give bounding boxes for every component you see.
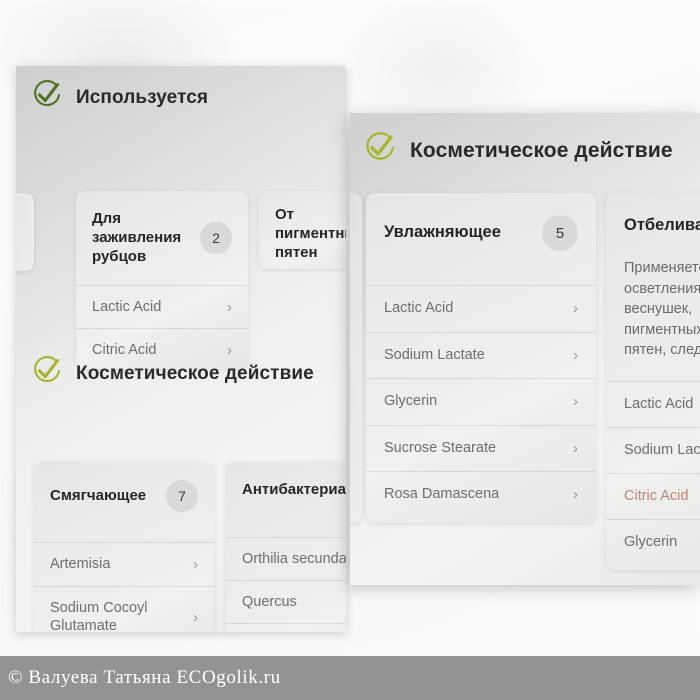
card-softening[interactable]: Смягчающее 7 Artemisia › Sodium Cocoyl G… <box>34 462 214 632</box>
ingredient-name: Orthilia secunda <box>242 551 346 568</box>
list-item[interactable]: Quercus <box>226 580 346 623</box>
list-item[interactable]: Artemisia › <box>34 542 214 586</box>
card-title: Антибактериальное <box>242 481 346 498</box>
ingredient-name: Rosa Damascena <box>384 486 500 503</box>
ingredient-name: Citric Acid <box>624 487 689 504</box>
chevron-right-icon: › <box>573 393 578 410</box>
list-item[interactable]: Orthilia secunda <box>226 537 346 580</box>
ingredient-name: Lactic Acid <box>624 396 694 412</box>
chevron-right-icon: › <box>227 298 232 316</box>
card-title: Отбеливающее <box>624 216 700 234</box>
list-item[interactable]: Sodium Cocoyl Glutamate › <box>34 585 214 633</box>
check-circle-icon <box>30 354 64 393</box>
card-description: Применяется для осветления веснушек, пиг… <box>624 260 700 359</box>
ingredient-name: Sucrose Stearate <box>384 439 497 456</box>
chevron-right-icon: › <box>573 300 578 317</box>
foreground-app-screenshot-panel: Косметическое действие Увлажняющее 5 Lac… <box>350 113 700 585</box>
panel-title: Косметическое действие <box>410 138 673 162</box>
list-item[interactable]: Citric Acid <box>606 472 700 519</box>
ingredient-name: Artemisia <box>50 556 111 573</box>
card-count-badge: 5 <box>542 215 578 251</box>
chevron-right-icon: › <box>573 486 578 503</box>
ingredient-name: Glycerin <box>624 533 678 550</box>
list-item[interactable]: Populus tremula <box>226 622 346 632</box>
ingredient-name: Sodium Cocoyl Glutamate <box>50 599 148 633</box>
chevron-right-icon: › <box>573 439 578 457</box>
ingredient-name: Sodium Lactate <box>624 441 700 458</box>
list-item[interactable]: Sucrose Stearate › <box>366 424 596 472</box>
ingredient-name: Lactic Acid <box>92 298 162 315</box>
list-item[interactable]: Sodium Lactate › <box>366 331 596 379</box>
check-circle-icon <box>362 130 398 171</box>
section-title: Косметическое действие <box>76 362 314 384</box>
chevron-right-icon: › <box>193 556 198 573</box>
card-count-badge: 7 <box>166 480 198 512</box>
card-healing-scars[interactable]: Для заживления рубцов 2 Lactic Acid › Ci… <box>76 191 248 369</box>
card-title: Смягчающее <box>50 487 147 505</box>
watermark-bar: © Валуева Татьяна ECOgolik.ru <box>0 656 700 700</box>
chevron-right-icon: › <box>573 346 578 364</box>
partial-card-left[interactable] <box>350 193 362 523</box>
card-moisturizing[interactable]: Увлажняющее 5 Lactic Acid › Sodium Lacta… <box>366 193 596 523</box>
chevron-right-icon: › <box>193 608 198 626</box>
ingredient-name: Quercus <box>242 594 297 611</box>
card-title: От пигментных пятен <box>275 206 346 262</box>
card-count-badge: 2 <box>200 221 232 254</box>
partial-card-left[interactable] <box>16 193 34 271</box>
list-item[interactable]: Sodium Lactate <box>606 426 700 473</box>
check-circle-icon <box>30 78 64 117</box>
card-title: Для заживления рубцов <box>92 210 182 266</box>
ingredient-name: Lactic Acid <box>384 300 454 317</box>
card-whitening[interactable]: Отбеливающее Применяется для осветления … <box>606 193 700 570</box>
list-item[interactable]: Lactic Acid › <box>76 284 248 329</box>
list-item[interactable]: Lactic Acid <box>606 381 700 427</box>
list-item[interactable]: Glycerin <box>606 518 700 565</box>
background-app-screenshot-panel: Используется Для заживления рубцов 2 Lac… <box>16 66 346 632</box>
watermark-text: © Валуева Татьяна ECOgolik.ru <box>8 667 281 688</box>
section-title: Используется <box>76 86 209 108</box>
ingredient-name: Glycerin <box>384 393 438 410</box>
card-antibacterial[interactable]: Антибактериальное Orthilia secunda Querc… <box>226 462 346 632</box>
card-pigment-spots[interactable]: От пигментных пятен <box>259 191 346 269</box>
card-title: Увлажняющее <box>384 223 501 242</box>
ingredient-name: Sodium Lactate <box>384 346 485 363</box>
list-item[interactable]: Lactic Acid › <box>366 285 596 332</box>
list-item[interactable]: Glycerin › <box>366 378 596 425</box>
list-item[interactable]: Rosa Damascena › <box>366 471 596 518</box>
